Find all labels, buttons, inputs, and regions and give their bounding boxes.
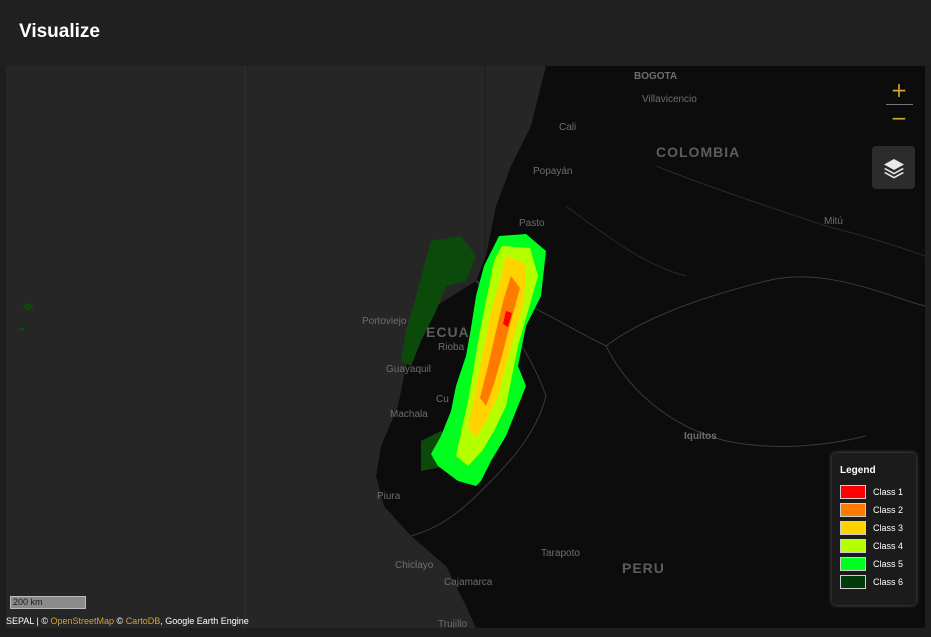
city-label-iquitos: Iquitos — [684, 431, 717, 442]
city-label-cali: Cali — [559, 122, 577, 133]
cartodb-link[interactable]: CartoDB — [126, 616, 161, 626]
city-label-villavicencio: Villavicencio — [642, 94, 697, 105]
city-label-pasto: Pasto — [519, 218, 545, 229]
city-label-guayaquil: Guayaquil — [386, 364, 432, 375]
zoom-divider — [886, 104, 913, 105]
legend-label: Class 2 — [873, 505, 904, 515]
legend-swatch — [840, 557, 866, 571]
layers-button[interactable] — [872, 146, 915, 189]
legend-swatch — [840, 521, 866, 535]
country-label-peru: PERU — [622, 560, 665, 576]
header-bar: Visualize — [0, 0, 931, 66]
city-label-portoviejo: Portoviejo — [362, 316, 407, 327]
country-label-ecuador: ECUA — [426, 324, 470, 340]
city-label-tarapoto: Tarapoto — [541, 548, 580, 559]
city-label-cajamarca: Cajamarca — [444, 577, 493, 588]
legend-label: Class 3 — [873, 523, 904, 533]
city-label-chiclayo: Chiclayo — [395, 560, 434, 571]
attribution-prefix: SEPAL | © — [6, 616, 51, 626]
legend-label: Class 6 — [873, 577, 904, 587]
openstreetmap-link[interactable]: OpenStreetMap — [51, 616, 115, 626]
attribution-suffix: , Google Earth Engine — [160, 616, 249, 626]
country-label-colombia: COLOMBIA — [656, 144, 741, 160]
zoom-in-button[interactable]: + — [884, 80, 914, 100]
legend-label: Class 1 — [873, 487, 904, 497]
zoom-out-button[interactable]: − — [884, 108, 914, 128]
map-view[interactable]: COLOMBIA ECUA PERU BOGOTA Villavicencio … — [6, 66, 925, 628]
city-label-mitu: Mitú — [824, 216, 843, 227]
city-label-piura: Piura — [377, 491, 401, 502]
legend-swatch — [840, 485, 866, 499]
map-attribution: SEPAL | © OpenStreetMap © CartoDB, Googl… — [6, 616, 249, 626]
legend-label: Class 4 — [873, 541, 904, 551]
attribution-separator: © — [114, 616, 126, 626]
legend-swatch — [840, 503, 866, 517]
basemap — [6, 66, 925, 628]
city-label-riobamba: Rioba — [438, 342, 465, 353]
city-label-machala: Machala — [390, 409, 428, 420]
city-label-bogota: BOGOTA — [634, 71, 678, 82]
legend-label: Class 5 — [873, 559, 904, 569]
legend-title: Legend — [840, 465, 876, 476]
city-label-cuenca: Cu — [436, 394, 449, 405]
scale-bar: 200 km — [10, 596, 86, 609]
page-title: Visualize — [19, 21, 100, 42]
layers-icon — [883, 158, 904, 178]
city-label-trujillo: Trujillo — [438, 619, 468, 628]
legend-panel: Legend Class 1 Class 2 Class 3 Class 4 Class… — [832, 453, 916, 605]
legend-swatch — [840, 539, 866, 553]
city-label-popayan: Popayán — [533, 166, 573, 177]
legend-swatch — [840, 575, 866, 589]
